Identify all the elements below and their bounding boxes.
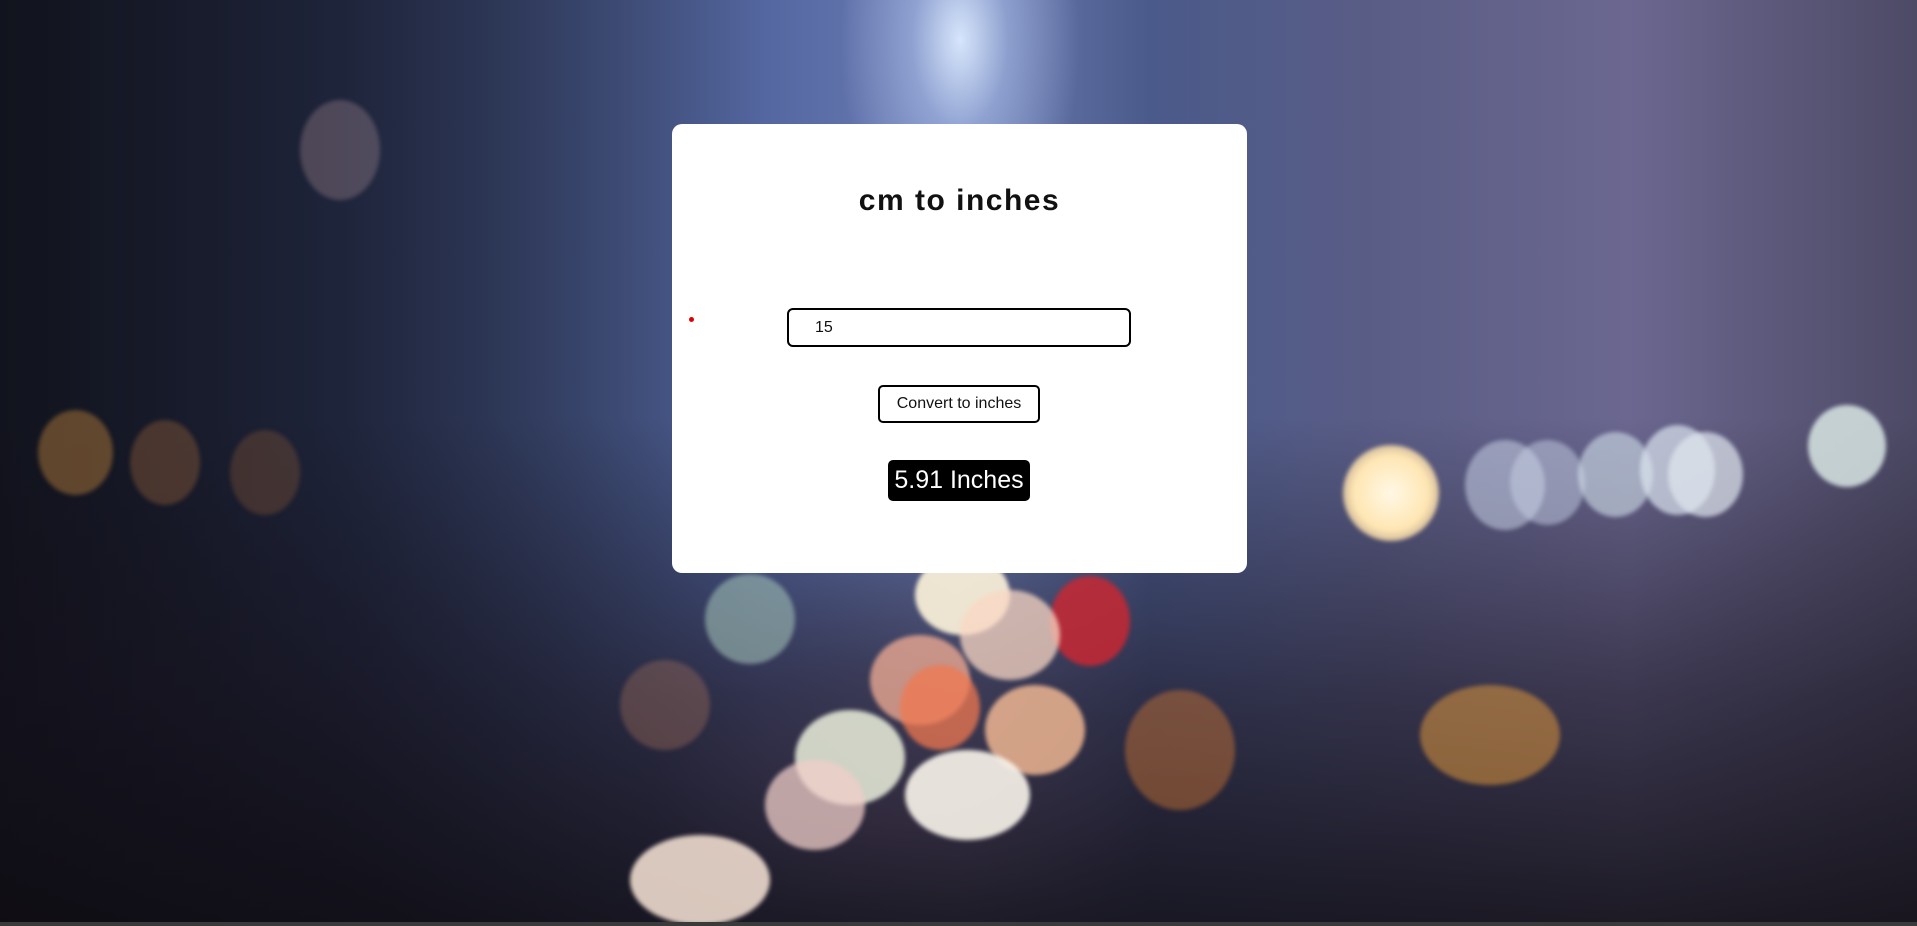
result-display: 5.91 Inches (888, 460, 1030, 501)
convert-button[interactable]: Convert to inches (878, 385, 1040, 423)
bottom-edge (0, 922, 1917, 926)
indicator-dot (689, 317, 694, 322)
converter-card: cm to inches Convert to inches 5.91 Inch… (672, 124, 1247, 573)
page-title: cm to inches (858, 184, 1061, 217)
cm-input[interactable] (787, 308, 1131, 347)
